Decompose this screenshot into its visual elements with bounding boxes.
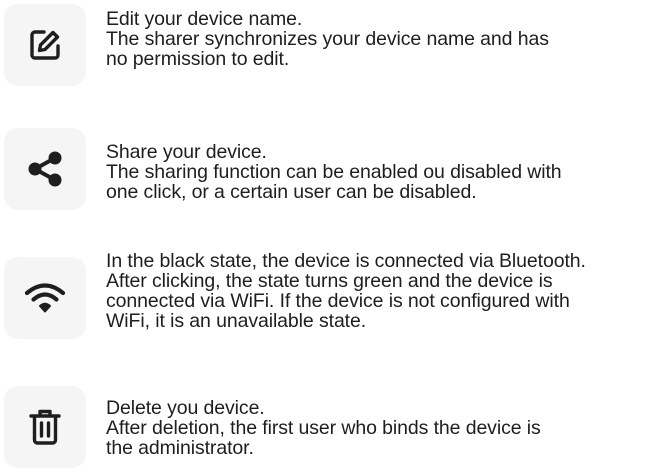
edit-detail-line-1: The sharer synchronizes your device name…	[106, 28, 549, 50]
wifi-line-2: After clicking, the state turns green an…	[106, 270, 553, 292]
wifi-line-1: In the black state, the device is connec…	[106, 250, 586, 272]
wifi-line-4: WiFi, it is an unavailable state.	[106, 310, 367, 332]
delete-device-button[interactable]	[4, 386, 86, 468]
delete-title: Delete you device.	[106, 397, 265, 419]
edit-description: Edit your device name. The sharer synchr…	[106, 9, 654, 69]
edit-detail-line-2: no permission to edit.	[106, 48, 290, 70]
edit-title: Edit your device name.	[106, 8, 303, 30]
delete-description: Delete you device. After deletion, the f…	[106, 398, 654, 458]
share-icon	[28, 151, 62, 187]
delete-detail-line-2: the administrator.	[106, 437, 254, 459]
share-description: Share your device. The sharing function …	[106, 142, 654, 202]
share-device-button[interactable]	[4, 128, 86, 210]
delete-detail-line-1: After deletion, the first user who binds…	[106, 417, 541, 439]
wifi-icon	[24, 283, 66, 313]
edit-icon	[30, 30, 60, 60]
trash-icon	[29, 409, 61, 445]
share-detail-line-2: one click, or a certain user can be disa…	[106, 181, 477, 203]
wifi-line-3: connected via WiFi. If the device is not…	[106, 290, 570, 312]
share-detail-line-1: The sharing function can be enabled ou d…	[106, 161, 562, 183]
wifi-description: In the black state, the device is connec…	[106, 251, 654, 331]
share-title: Share your device.	[106, 141, 267, 163]
edit-device-name-button[interactable]	[4, 4, 86, 86]
wifi-toggle-button[interactable]	[4, 257, 86, 339]
